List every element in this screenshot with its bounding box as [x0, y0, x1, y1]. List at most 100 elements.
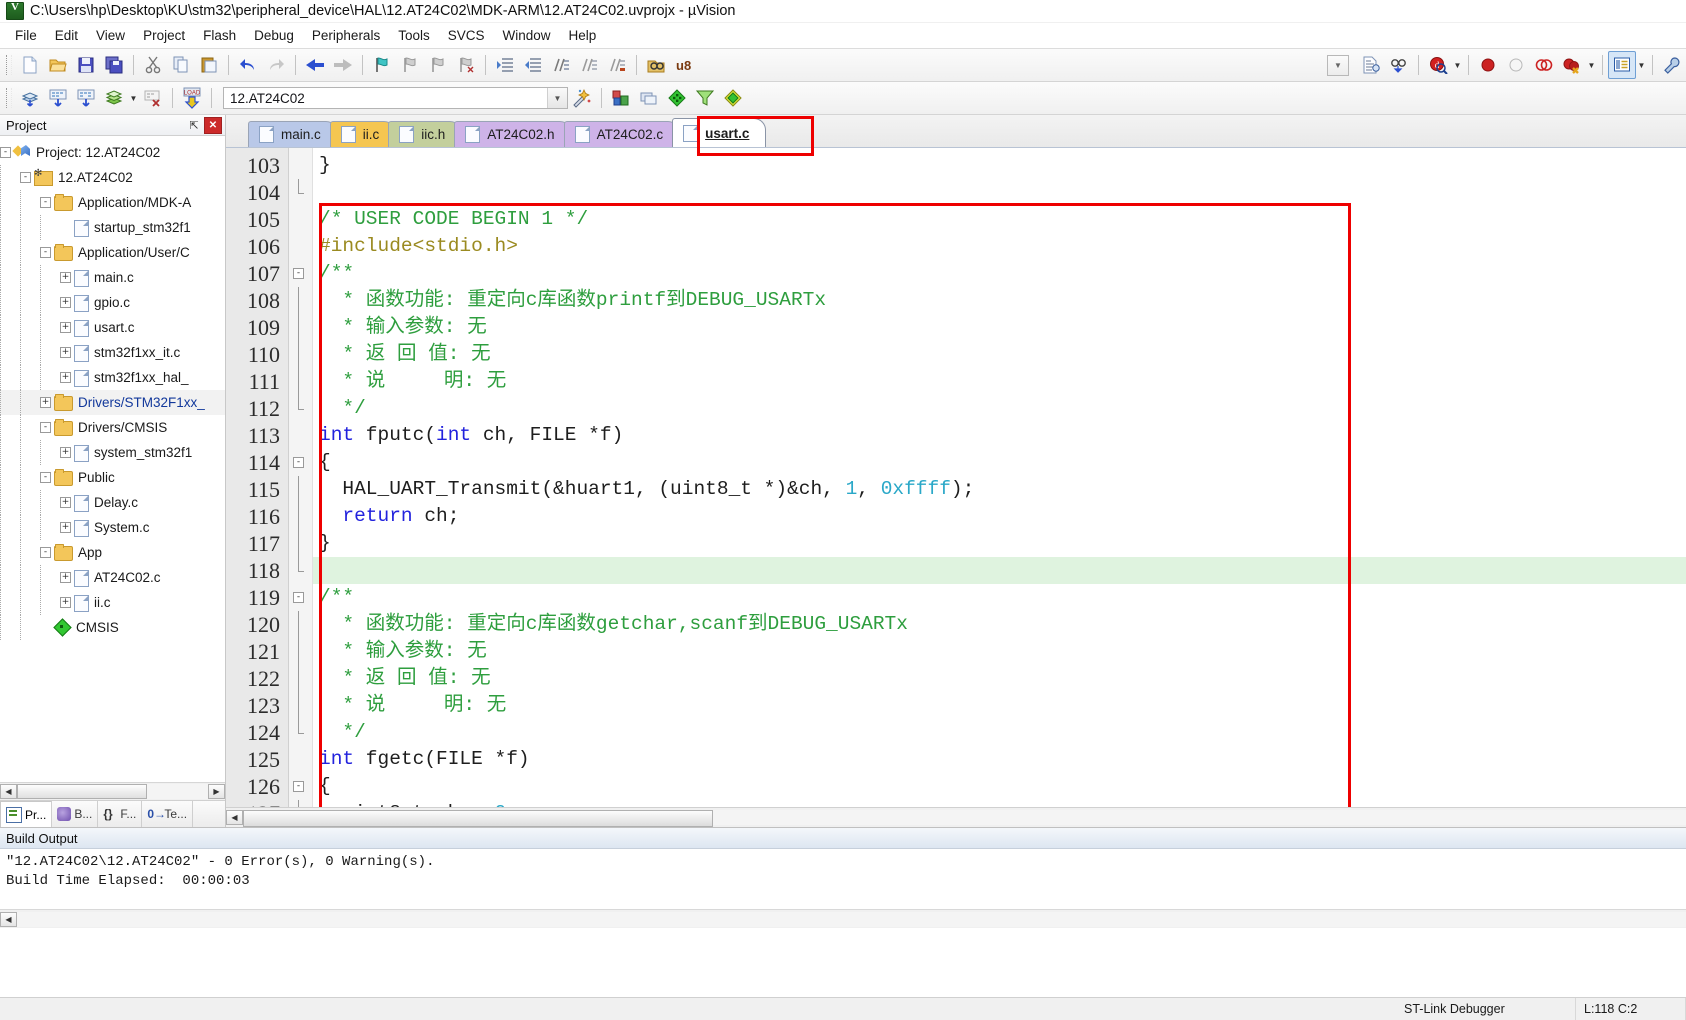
document-tab-main-c[interactable]: main.c: [248, 121, 338, 147]
tree-item[interactable]: - Project: 12.AT24C02: [0, 140, 225, 165]
chevron-down-icon[interactable]: ▼: [547, 88, 567, 108]
kill-all-breakpoints-icon[interactable]: [1558, 51, 1586, 79]
pane-tab-pr[interactable]: Pr...: [0, 801, 53, 827]
code-line[interactable]: /* USER CODE BEGIN 1 */: [313, 206, 1686, 233]
collapse-icon[interactable]: -: [20, 172, 31, 183]
paste-button[interactable]: [195, 51, 223, 79]
code-line[interactable]: * 输入参数: 无: [313, 314, 1686, 341]
disable-all-breakpoints-icon[interactable]: [1530, 51, 1558, 79]
tree-item[interactable]: startup_stm32f1: [0, 215, 225, 240]
tree-item[interactable]: - Application/User/C: [0, 240, 225, 265]
code-line[interactable]: /**: [313, 260, 1686, 287]
bookmark-clear-button[interactable]: [452, 51, 480, 79]
expand-icon[interactable]: +: [60, 597, 71, 608]
expand-icon[interactable]: +: [60, 497, 71, 508]
navigate-back-button[interactable]: [301, 51, 329, 79]
navigate-forward-button[interactable]: [329, 51, 357, 79]
copy-button[interactable]: [167, 51, 195, 79]
code-line[interactable]: [313, 557, 1686, 584]
target-options-icon[interactable]: [568, 84, 596, 112]
code-line[interactable]: int fputc(int ch, FILE *f): [313, 422, 1686, 449]
fold-collapse-icon[interactable]: -: [293, 268, 304, 279]
code-editor[interactable]: 103 104 105 106 107 108 109 110 111 112 113 114 115 1…: [226, 148, 1686, 807]
document-tab-AT24C02-h[interactable]: AT24C02.h: [454, 121, 572, 147]
rebuild-button[interactable]: [72, 84, 100, 112]
debug-dropdown-arrow[interactable]: ▼: [1452, 52, 1463, 78]
menu-item-svcs[interactable]: SVCS: [439, 25, 494, 46]
code-line[interactable]: * 说 明: 无: [313, 368, 1686, 395]
code-line[interactable]: */: [313, 395, 1686, 422]
fold-collapse-icon[interactable]: -: [293, 592, 304, 603]
menu-item-flash[interactable]: Flash: [194, 25, 245, 46]
code-horizontal-scrollbar[interactable]: ◀: [226, 807, 1686, 827]
expand-icon[interactable]: +: [60, 322, 71, 333]
code-line[interactable]: */: [313, 719, 1686, 746]
document-tab-AT24C02-c[interactable]: AT24C02.c: [563, 121, 681, 147]
tree-item[interactable]: + AT24C02.c: [0, 565, 225, 590]
pane-tab-f[interactable]: {} F...: [98, 801, 143, 827]
comment-selection-button[interactable]: [603, 51, 631, 79]
find-text[interactable]: u8: [676, 58, 691, 73]
find-combo-dropdown[interactable]: ▼: [1327, 54, 1349, 76]
menu-item-view[interactable]: View: [87, 25, 134, 46]
batch-build-button[interactable]: [100, 84, 128, 112]
code-line[interactable]: * 函数功能: 重定向c库函数getchar,scanf到DEBUG_USART…: [313, 611, 1686, 638]
batch-build-dropdown-arrow[interactable]: ▼: [128, 85, 139, 111]
translate-button[interactable]: [16, 84, 44, 112]
code-line[interactable]: * 输入参数: 无: [313, 638, 1686, 665]
configure-icon[interactable]: [1658, 51, 1686, 79]
find-next-icon[interactable]: [1385, 51, 1413, 79]
save-all-button[interactable]: [100, 51, 128, 79]
code-line[interactable]: * 说 明: 无: [313, 692, 1686, 719]
menu-item-tools[interactable]: Tools: [389, 25, 439, 46]
comment-button[interactable]: [547, 51, 575, 79]
start-debug-icon[interactable]: d: [1424, 51, 1452, 79]
expand-icon[interactable]: +: [60, 297, 71, 308]
fold-marker[interactable]: -: [289, 449, 312, 476]
cut-button[interactable]: [139, 51, 167, 79]
code-line[interactable]: return ch;: [313, 503, 1686, 530]
fold-collapse-icon[interactable]: -: [293, 781, 304, 792]
pane-tab-b[interactable]: B...: [52, 801, 99, 827]
code-line[interactable]: #include<stdio.h>: [313, 233, 1686, 260]
menu-item-edit[interactable]: Edit: [46, 25, 87, 46]
undo-button[interactable]: [234, 51, 262, 79]
download-button[interactable]: LOAD: [178, 84, 206, 112]
tree-item[interactable]: + stm32f1xx_hal_: [0, 365, 225, 390]
menu-item-debug[interactable]: Debug: [245, 25, 303, 46]
pin-icon[interactable]: ⇱: [187, 119, 201, 132]
document-tab-usart-c[interactable]: usart.c: [672, 118, 767, 147]
multi-project-icon[interactable]: [635, 84, 663, 112]
pane-tab-te[interactable]: 0→ Te...: [142, 801, 194, 827]
breakpoints-dropdown-arrow[interactable]: ▼: [1586, 52, 1597, 78]
manage-rte-icon[interactable]: [691, 84, 719, 112]
menu-item-window[interactable]: Window: [493, 25, 559, 46]
scroll-right-arrow[interactable]: ▶: [208, 784, 225, 799]
pack-installer-icon[interactable]: [663, 84, 691, 112]
tree-item[interactable]: - Application/MDK-A: [0, 190, 225, 215]
disable-breakpoint-icon[interactable]: [1502, 51, 1530, 79]
document-tab-iic-h[interactable]: iic.h: [388, 121, 463, 147]
expand-icon[interactable]: +: [60, 272, 71, 283]
scroll-left-arrow[interactable]: ◀: [0, 911, 17, 927]
insert-breakpoint-icon[interactable]: [1474, 51, 1502, 79]
tree-item[interactable]: - 12.AT24C02: [0, 165, 225, 190]
project-window-icon[interactable]: [1608, 51, 1636, 79]
expand-icon[interactable]: +: [40, 397, 51, 408]
menu-item-peripherals[interactable]: Peripherals: [303, 25, 389, 46]
document-tab-ii-c[interactable]: ii.c: [329, 121, 397, 147]
collapse-icon[interactable]: -: [0, 147, 11, 158]
scroll-thumb[interactable]: [17, 784, 147, 799]
window-dropdown-arrow[interactable]: ▼: [1636, 52, 1647, 78]
menu-item-help[interactable]: Help: [560, 25, 606, 46]
collapse-icon[interactable]: -: [40, 247, 51, 258]
scroll-track[interactable]: [243, 810, 1686, 827]
expand-icon[interactable]: +: [60, 572, 71, 583]
scroll-track[interactable]: [17, 784, 208, 799]
collapse-icon[interactable]: -: [40, 472, 51, 483]
close-icon[interactable]: ✕: [204, 116, 222, 134]
tree-item[interactable]: + stm32f1xx_it.c: [0, 340, 225, 365]
project-horizontal-scrollbar[interactable]: ◀ ▶: [0, 782, 225, 800]
bookmark-next-button[interactable]: [424, 51, 452, 79]
find-icon[interactable]: [642, 51, 670, 79]
